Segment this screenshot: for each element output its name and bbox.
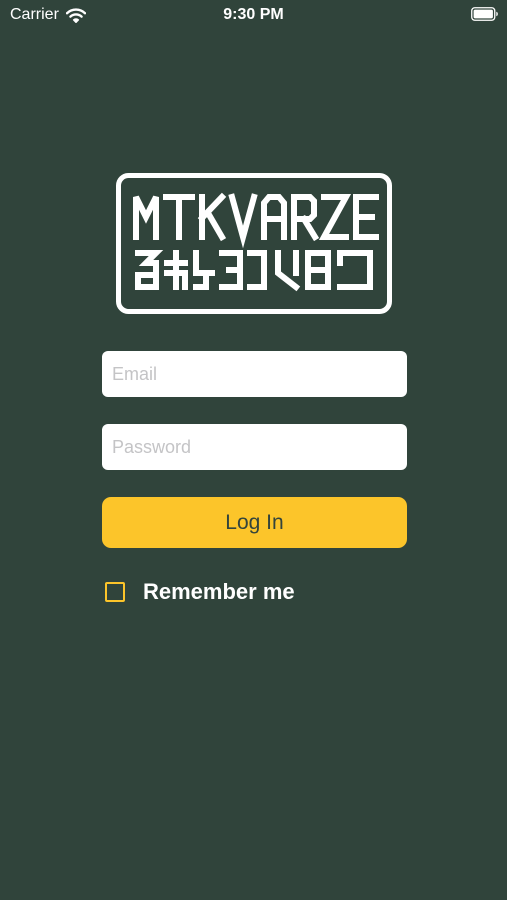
remember-me-checkbox[interactable] <box>105 582 125 602</box>
email-field[interactable] <box>102 351 407 397</box>
login-button[interactable]: Log In <box>102 497 407 548</box>
login-screen: Carrier 9:30 PM Email Log In Remember me <box>0 0 507 900</box>
remember-me-row[interactable]: Remember me <box>105 579 295 605</box>
remember-me-label: Remember me <box>143 579 295 604</box>
status-bar: Carrier 9:30 PM <box>0 0 507 30</box>
battery-icon <box>471 7 498 21</box>
password-field[interactable] <box>102 424 407 470</box>
mtkvarze-logo <box>116 173 392 314</box>
status-time: 9:30 PM <box>223 6 284 23</box>
